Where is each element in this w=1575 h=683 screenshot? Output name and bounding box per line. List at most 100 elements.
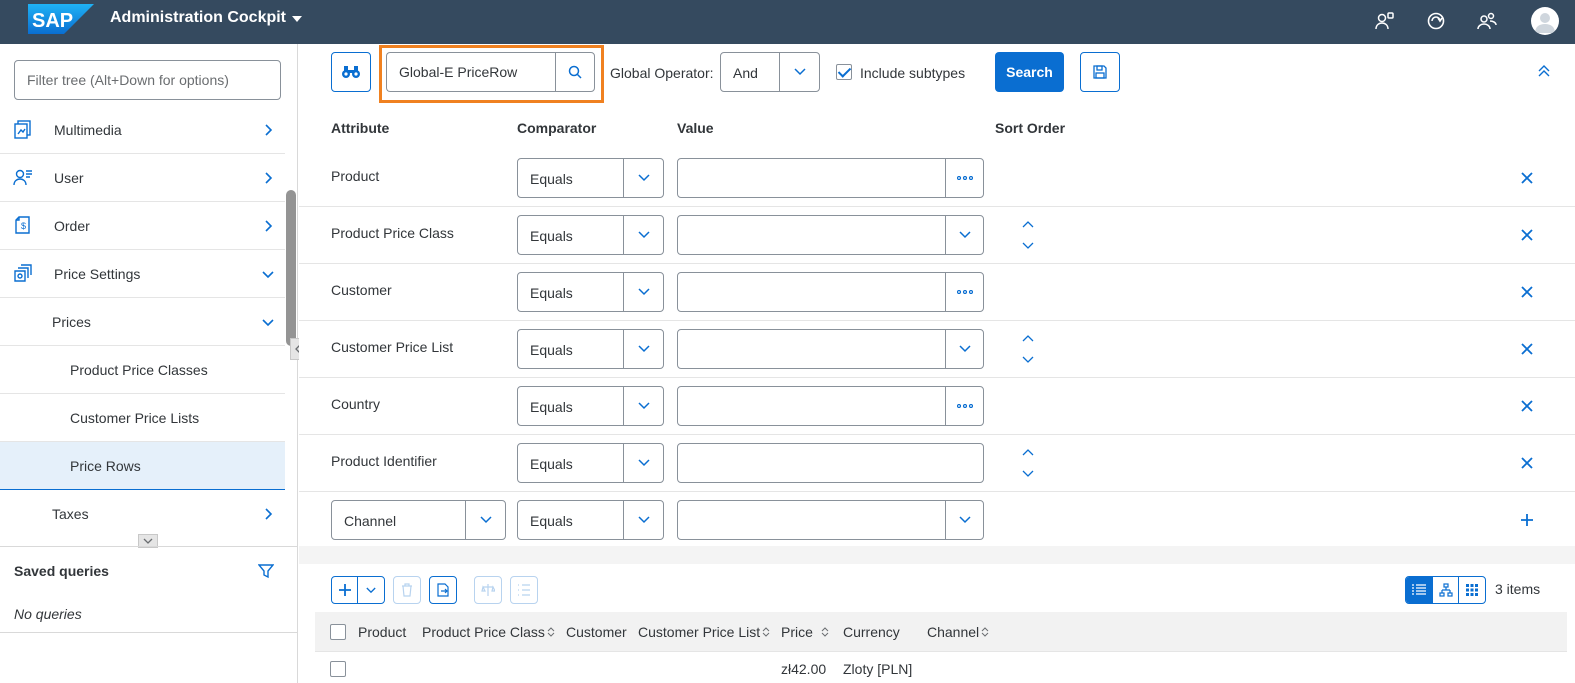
comparator-select[interactable]: Equals <box>517 215 664 255</box>
tree-item-price-settings[interactable]: Price Settings <box>0 250 285 298</box>
tree-item-label: Prices <box>52 313 91 330</box>
table-row[interactable]: zł42.00 Zloty [PLN] <box>315 652 1567 683</box>
column-header-price[interactable]: Price <box>781 624 829 640</box>
comparator-select[interactable]: Equals <box>517 386 664 426</box>
tree-item-multimedia[interactable]: Multimedia <box>0 106 285 154</box>
order-icon: $ <box>15 216 30 234</box>
sort-icon <box>547 627 555 637</box>
main-search-area: Global Operator: And Include subtypes Se… <box>299 44 1575 683</box>
create-item-button[interactable] <box>331 576 358 604</box>
value-reference-input[interactable] <box>677 158 984 198</box>
column-header-currency[interactable]: Currency <box>843 624 900 640</box>
reference-picker-button[interactable] <box>945 273 983 311</box>
comparator-select[interactable]: Equals <box>517 158 664 198</box>
create-type-dropdown[interactable] <box>357 576 385 604</box>
sap-logo[interactable]: SAP <box>28 4 94 34</box>
type-search-button[interactable] <box>555 52 595 92</box>
sort-order-arrows-icon[interactable] <box>1021 220 1035 250</box>
dropdown-button[interactable] <box>945 216 983 254</box>
dropdown-button[interactable] <box>779 53 819 91</box>
include-subtypes-checkbox[interactable] <box>836 64 852 80</box>
remove-criterion-icon[interactable] <box>1519 170 1535 186</box>
more-options-icon <box>956 404 973 408</box>
comparator-select[interactable]: Equals <box>517 500 664 540</box>
view-mode-switch <box>1405 576 1486 604</box>
sort-order-arrows-icon[interactable] <box>1021 448 1035 478</box>
criterion-row-country: Country Equals <box>299 378 1575 435</box>
user-group-icon[interactable] <box>1476 10 1498 32</box>
compare-button[interactable] <box>474 576 502 604</box>
dropdown-button[interactable] <box>945 330 983 368</box>
tree-item-taxes[interactable]: Taxes <box>0 490 285 538</box>
results-panel: 3 items Product Product Price Class Cust… <box>315 564 1567 683</box>
select-value: Equals <box>530 513 573 529</box>
collapse-up-icon[interactable] <box>1537 64 1551 78</box>
sort-order-arrows-icon[interactable] <box>1021 334 1035 364</box>
column-header-customer-price-list[interactable]: Customer Price List <box>638 624 770 640</box>
filter-icon[interactable] <box>258 563 274 579</box>
value-dropdown[interactable] <box>677 215 984 255</box>
value-reference-input[interactable] <box>677 272 984 312</box>
row-select-checkbox[interactable] <box>330 661 346 677</box>
tree-item-order[interactable]: $ Order <box>0 202 285 250</box>
select-all-checkbox[interactable] <box>330 624 346 640</box>
comparator-select[interactable]: Equals <box>517 443 664 483</box>
export-button[interactable] <box>429 576 457 604</box>
global-operator-select[interactable]: And <box>720 52 820 92</box>
column-header-channel[interactable]: Channel <box>927 624 989 640</box>
reference-picker-button[interactable] <box>945 159 983 197</box>
save-query-button[interactable] <box>1080 52 1120 92</box>
column-header-customer[interactable]: Customer <box>566 624 627 640</box>
user-avatar[interactable] <box>1531 7 1559 35</box>
bulk-edit-button[interactable] <box>510 576 538 604</box>
attribute-label: Country <box>331 396 381 412</box>
search-button[interactable]: Search <box>995 52 1064 92</box>
sync-icon[interactable] <box>1425 10 1447 32</box>
dropdown-button[interactable] <box>945 501 983 539</box>
value-dropdown[interactable] <box>677 329 984 369</box>
tree-item-prices[interactable]: Prices <box>0 298 285 346</box>
dropdown-button[interactable] <box>623 273 663 311</box>
reference-picker-button[interactable] <box>945 387 983 425</box>
dropdown-button[interactable] <box>623 501 663 539</box>
chevron-down-icon <box>262 319 274 327</box>
app-title[interactable]: Administration Cockpit <box>110 9 303 27</box>
list-view-button[interactable] <box>1406 577 1433 603</box>
column-header-product-price-class[interactable]: Product Price Class <box>422 624 555 640</box>
filter-tree-input[interactable] <box>14 60 281 100</box>
remove-criterion-icon[interactable] <box>1519 284 1535 300</box>
delete-button[interactable] <box>393 576 421 604</box>
dropdown-button[interactable] <box>465 501 505 539</box>
dropdown-button[interactable] <box>623 444 663 482</box>
column-header-product[interactable]: Product <box>358 624 406 640</box>
comparator-select[interactable]: Equals <box>517 329 664 369</box>
tree-item-product-price-classes[interactable]: Product Price Classes <box>0 346 285 394</box>
select-value: Equals <box>530 456 573 472</box>
add-criterion-icon[interactable] <box>1519 512 1535 528</box>
chevron-down-icon <box>958 516 971 524</box>
dropdown-button[interactable] <box>623 387 663 425</box>
remove-criterion-icon[interactable] <box>1519 398 1535 414</box>
remove-criterion-icon[interactable] <box>1519 455 1535 471</box>
tree-item-customer-price-lists[interactable]: Customer Price Lists <box>0 394 285 442</box>
chevron-down-icon <box>637 402 650 410</box>
type-search-input[interactable] <box>386 52 555 92</box>
tree-item-user[interactable]: User <box>0 154 285 202</box>
comparator-select[interactable]: Equals <box>517 272 664 312</box>
value-text-input[interactable] <box>677 443 984 483</box>
advanced-search-toggle[interactable] <box>331 52 371 92</box>
dropdown-button[interactable] <box>623 216 663 254</box>
tree-view-button[interactable] <box>1433 577 1460 603</box>
remove-criterion-icon[interactable] <box>1519 341 1535 357</box>
grid-view-button[interactable] <box>1459 577 1485 603</box>
dropdown-button[interactable] <box>623 159 663 197</box>
remove-criterion-icon[interactable] <box>1519 227 1535 243</box>
tree-scrollbar[interactable] <box>286 190 296 346</box>
attribute-select[interactable]: Channel <box>331 500 506 540</box>
user-settings-icon[interactable] <box>1374 10 1396 32</box>
tree-item-price-rows[interactable]: Price Rows <box>0 442 285 490</box>
value-dropdown[interactable] <box>677 500 984 540</box>
value-reference-input[interactable] <box>677 386 984 426</box>
chevron-down-icon <box>366 587 376 593</box>
dropdown-button[interactable] <box>623 330 663 368</box>
